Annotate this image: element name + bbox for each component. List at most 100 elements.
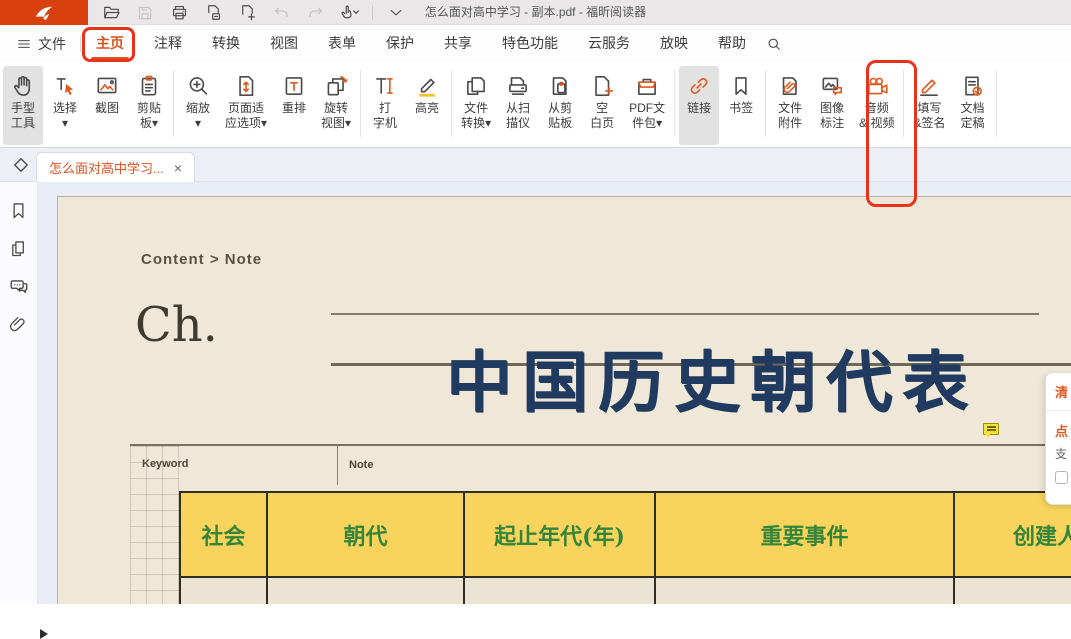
from-clipboard-button[interactable]: 从剪 贴板 (540, 66, 580, 145)
print-icon[interactable] (168, 2, 190, 24)
reflow-button[interactable]: 重排 (274, 66, 314, 145)
save-icon[interactable] (134, 2, 156, 24)
new-page-icon[interactable] (236, 2, 258, 24)
file-attachment-label: 文件 附件 (778, 101, 802, 131)
pdf-portfolio-icon (634, 71, 660, 101)
ribbon-divider (674, 70, 675, 137)
app-logo[interactable] (0, 0, 88, 25)
image-annotation-button[interactable]: 图像 标注 (812, 66, 852, 145)
table-cell (266, 578, 463, 604)
table-cell (181, 578, 266, 604)
menu-tab-view[interactable]: 视图 (255, 25, 313, 62)
navigation-sidebar (0, 182, 38, 604)
menu-tab-present[interactable]: 放映 (645, 25, 703, 62)
finalize-doc-button[interactable]: 文档 定稿 (952, 66, 992, 145)
pages-panel-icon[interactable] (7, 236, 31, 260)
title-bar: 怎么面对高中学习 - 副本.pdf - 福昕阅读器 (0, 0, 1071, 25)
popup-checkbox[interactable] (1055, 471, 1068, 484)
bookmark-label: 书签 (729, 101, 753, 116)
zoom-label: 缩放 ▾ (186, 101, 210, 131)
clipboard-icon (136, 71, 162, 101)
menu-tab-features[interactable]: 特色功能 (487, 25, 573, 62)
export-page-icon[interactable] (202, 2, 224, 24)
link-icon (686, 71, 712, 101)
sidebar-expand-handle[interactable] (40, 629, 48, 639)
menu-tab-form[interactable]: 表单 (313, 25, 371, 62)
table-header-cell: 社会 (181, 493, 266, 576)
rotate-view-button[interactable]: 旋转 视图▾ (316, 66, 356, 145)
hamburger-icon (16, 36, 32, 52)
document-tab[interactable]: 怎么面对高中学习... × (36, 152, 195, 182)
menu-tab-convert[interactable]: 转换 (197, 25, 255, 62)
menu-tab-protect[interactable]: 保护 (371, 25, 429, 62)
highlight-button[interactable]: 高亮 (407, 66, 447, 145)
blank-page-label: 空 白页 (590, 101, 614, 131)
clipboard-button[interactable]: 剪贴 板▾ (129, 66, 169, 145)
open-folder-icon[interactable] (100, 2, 122, 24)
menu-tab-home[interactable]: 主页 (81, 25, 139, 62)
zoom-button[interactable]: 缩放 ▾ (178, 66, 218, 145)
file-attachment-button[interactable]: 文件 附件 (770, 66, 810, 145)
sticky-note-annotation-icon[interactable] (983, 423, 999, 435)
redo-icon[interactable] (304, 2, 326, 24)
menu-tab-help[interactable]: 帮助 (703, 25, 761, 62)
snapshot-button[interactable]: 截图 (87, 66, 127, 145)
bookmark-button[interactable]: 书签 (721, 66, 761, 145)
highlight-icon (414, 71, 440, 101)
audio-video-button[interactable]: 音频 & 视频 (854, 66, 899, 145)
typewriter-label: 打 字机 (373, 101, 397, 131)
ruled-line (331, 313, 1039, 315)
typewriter-icon (372, 71, 398, 101)
attachments-panel-icon[interactable] (7, 312, 31, 336)
file-attachment-icon (777, 71, 803, 101)
ribbon-divider (765, 70, 766, 137)
hand-tool-button[interactable]: 手型 工具 (3, 66, 43, 145)
bookmarks-panel-icon[interactable] (7, 198, 31, 222)
grid-margin (130, 446, 179, 604)
file-menu-button[interactable]: 文件 (0, 34, 80, 54)
fill-sign-button[interactable]: 填写 &签名 (908, 66, 950, 145)
convert-icon (463, 71, 489, 101)
fit-page-label: 页面适 应选项▾ (225, 101, 267, 131)
table-cell (953, 578, 1071, 604)
convert-files-button[interactable]: 文件 转换▾ (456, 66, 496, 145)
comments-panel-icon[interactable] (7, 274, 31, 298)
menu-tab-comment[interactable]: 注释 (139, 25, 197, 62)
fit-page-button[interactable]: 页面适 应选项▾ (220, 66, 272, 145)
undo-icon[interactable] (270, 2, 292, 24)
close-tab-icon[interactable]: × (174, 161, 182, 175)
bookmark-icon (728, 71, 754, 101)
from-scanner-button[interactable]: 从扫 描仪 (498, 66, 538, 145)
from-scanner-label: 从扫 描仪 (506, 101, 530, 131)
ruled-line (130, 444, 1071, 446)
image-annotation-label: 图像 标注 (820, 101, 844, 131)
select-tool-button[interactable]: 选择 ▾ (45, 66, 85, 145)
typewriter-button[interactable]: 打 字机 (365, 66, 405, 145)
menu-tab-cloud[interactable]: 云服务 (573, 25, 645, 62)
customize-toolbar-icon[interactable] (385, 2, 407, 24)
hand-pointer-icon[interactable] (338, 2, 360, 24)
file-menu-label: 文件 (38, 34, 66, 54)
ribbon-divider (173, 70, 174, 137)
pdf-portfolio-button[interactable]: PDF文 件包▾ (624, 66, 670, 145)
fill-sign-label: 填写 &签名 (913, 101, 945, 131)
image-annotation-icon (819, 71, 845, 101)
popup-option-link[interactable]: 点 (1055, 421, 1071, 440)
column-divider (337, 444, 338, 485)
menu-tab-share[interactable]: 共享 (429, 25, 487, 62)
popup-clear-link[interactable]: 清 (1055, 382, 1071, 401)
rotate-view-icon (323, 71, 349, 101)
fit-page-icon (233, 71, 259, 101)
window-title: 怎么面对高中学习 - 副本.pdf - 福昕阅读器 (425, 0, 646, 25)
finalize-doc-icon (959, 71, 985, 101)
link-button[interactable]: 链接 (679, 66, 719, 145)
search-icon[interactable] (765, 35, 783, 53)
ribbon-group-view: 缩放 ▾ 页面适 应选项▾ 重排 旋转 视图▾ (177, 66, 357, 145)
convert-files-label: 文件 转换▾ (461, 101, 491, 131)
blank-page-button[interactable]: 空 白页 (582, 66, 622, 145)
table-row (179, 578, 1071, 604)
hand-tool-label: 手型 工具 (11, 101, 35, 131)
eraser-icon[interactable] (10, 154, 32, 176)
highlight-label: 高亮 (415, 101, 439, 116)
link-label: 链接 (687, 101, 711, 116)
